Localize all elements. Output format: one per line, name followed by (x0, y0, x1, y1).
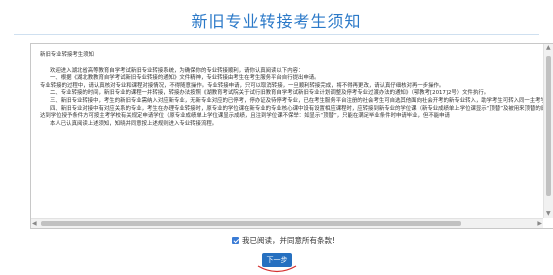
scroll-up-arrow-icon[interactable]: ▲ (546, 44, 551, 52)
horizontal-scroll-thumb[interactable] (41, 221, 461, 226)
scroll-right-arrow-icon[interactable]: ▶ (537, 220, 542, 228)
notice-paragraph: 一、根据《湖北教教育自学考试新旧专业转接的通知》文件精神，专业转接由考生在考生服… (50, 75, 320, 82)
title-divider (14, 34, 539, 35)
vertical-scroll-thumb[interactable] (546, 56, 551, 196)
notice-paragraph: 二、专业转接的时间，新旧专业的课程一并转接，转接办法按照《湖教育考试院关于试行旧… (50, 90, 490, 97)
agree-label[interactable]: 我已阅读，并同意所有条款! (242, 235, 335, 246)
vertical-scrollbar[interactable]: ▲ ▼ (543, 44, 553, 218)
page-title: 新旧专业转接考生须知 (191, 12, 362, 31)
notice-paragraph: 本人已认真阅读上述须知，知晓并同意按上述规则进入专业转接流程。 (50, 120, 218, 127)
notice-content: 新旧专业转接考生须知 欢迎进入湖北省高等教育自学考试新旧专业转接系统，为确保你的… (31, 44, 543, 218)
notice-paragraph: 达到学位授予条件方可按主考学校有关规定申请学位（原专业成绩单上学位课显示成绩，且… (40, 113, 450, 120)
horizontal-scrollbar[interactable]: ◀ ▶ (31, 218, 543, 228)
agree-row[interactable]: 我已阅读，并同意所有条款! (232, 234, 335, 246)
notice-paragraph: 三、新旧专业转接中，考生的新旧专业需纳入对应新专业，无新专业对应的已停考，停办证… (50, 97, 543, 104)
notice-heading: 新旧专业转接考生须知 (40, 52, 94, 58)
scroll-down-arrow-icon[interactable]: ▼ (546, 210, 551, 218)
notice-box[interactable]: 新旧专业转接考生须知 欢迎进入湖北省高等教育自学考试新旧专业转接系统，为确保你的… (30, 43, 553, 229)
scroll-left-arrow-icon[interactable]: ◀ (32, 220, 37, 228)
agree-checkbox[interactable] (232, 236, 239, 244)
red-circle-annotation (257, 265, 297, 273)
